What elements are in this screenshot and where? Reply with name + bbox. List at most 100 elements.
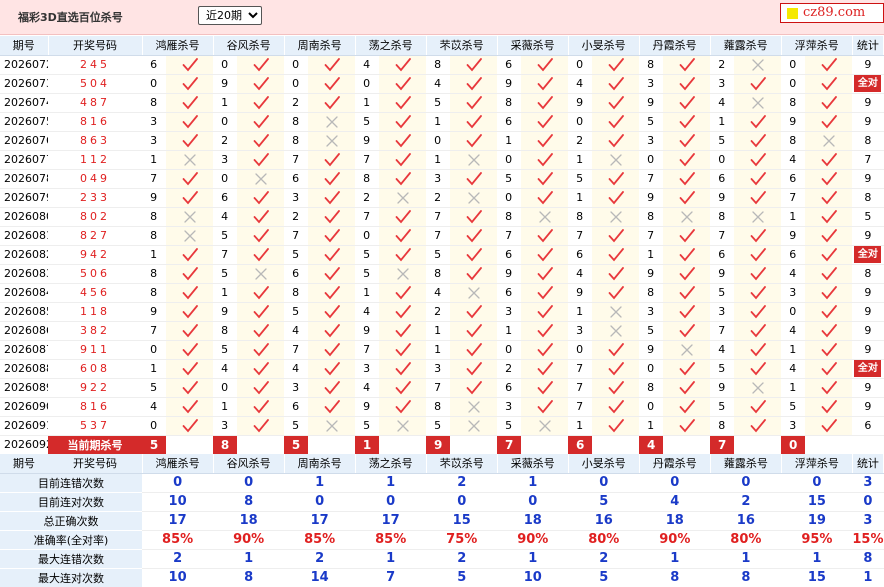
kill-number-cell: 9 — [781, 112, 806, 132]
check-icon — [395, 171, 411, 185]
kill-number-cell: 2 — [497, 359, 522, 379]
stats-value: 2 — [710, 492, 782, 512]
stats-value: 0 — [710, 473, 782, 493]
column-header: 小旻杀号 — [568, 36, 640, 56]
result-mark-cell — [450, 397, 498, 417]
table-row: 202607804970683557669 — [0, 169, 884, 189]
current-kill-number: 9 — [426, 435, 451, 455]
check-icon — [679, 171, 695, 185]
result-mark-cell — [308, 245, 356, 265]
column-header: 开奖号码 — [48, 36, 143, 56]
result-mark-cell — [521, 169, 569, 189]
stats-value: 1 — [781, 549, 853, 569]
site-logo[interactable]: cz89.com — [780, 3, 884, 23]
all-correct-badge: 全对 — [854, 360, 882, 377]
table-row: 20260829421755566166全对 — [0, 245, 884, 265]
kill-number-cell: 4 — [781, 264, 806, 284]
kill-number-cell: 1 — [497, 131, 522, 151]
kill-number-cell: 4 — [710, 93, 735, 113]
kill-number-cell: 0 — [355, 74, 380, 94]
stats-value: 0 — [568, 473, 640, 493]
result-mark-cell — [805, 378, 853, 398]
kill-number-cell: 0 — [497, 188, 522, 208]
stat-value: 9 — [864, 286, 872, 299]
draw-number-cell: 118 — [48, 302, 143, 322]
check-icon — [750, 247, 766, 261]
check-icon — [324, 190, 340, 204]
result-mark-cell — [237, 321, 285, 341]
kill-number-cell: 3 — [142, 112, 167, 132]
result-mark-cell — [308, 226, 356, 246]
stat-value: 7 — [864, 153, 872, 166]
check-icon — [821, 285, 837, 299]
result-mark-cell — [663, 416, 711, 436]
kill-number-cell: 6 — [497, 245, 522, 265]
kill-number-cell: 5 — [710, 283, 735, 303]
result-mark-cell — [237, 112, 285, 132]
check-icon — [324, 361, 340, 375]
kill-number-cell: 1 — [213, 283, 238, 303]
draw-number-cell: 608 — [48, 359, 143, 379]
result-mark-cell — [663, 131, 711, 151]
kill-number-cell: 2 — [426, 188, 451, 208]
result-mark-cell — [308, 150, 356, 170]
kill-number-cell: 8 — [426, 55, 451, 75]
result-mark-cell — [663, 264, 711, 284]
stat-cell: 8 — [852, 131, 884, 151]
result-mark-cell — [308, 93, 356, 113]
result-mark-cell — [450, 264, 498, 284]
kill-number-cell: 3 — [355, 359, 380, 379]
check-icon — [395, 228, 411, 242]
result-mark-cell — [663, 397, 711, 417]
result-mark-cell — [805, 93, 853, 113]
draw-number-cell: 537 — [48, 416, 143, 436]
result-mark-cell — [379, 359, 427, 379]
stat-cell: 8 — [852, 264, 884, 284]
check-icon — [750, 342, 766, 356]
check-icon — [466, 57, 482, 71]
check-icon — [466, 171, 482, 185]
kill-number-cell: 8 — [142, 226, 167, 246]
check-icon — [182, 190, 198, 204]
result-mark-cell — [521, 245, 569, 265]
kill-number-cell: 2 — [284, 207, 309, 227]
period-cell: 2026077 — [0, 150, 49, 170]
result-mark-cell — [308, 416, 356, 436]
stat-value: 6 — [864, 419, 872, 432]
check-icon — [324, 266, 340, 280]
cross-icon — [467, 153, 480, 166]
check-icon — [821, 247, 837, 261]
result-mark-cell — [805, 207, 853, 227]
result-mark-cell — [379, 245, 427, 265]
kill-number-cell: 8 — [497, 207, 522, 227]
kill-number-cell: 4 — [781, 150, 806, 170]
result-mark-cell — [592, 416, 640, 436]
kill-number-cell: 1 — [426, 321, 451, 341]
kill-number-cell: 9 — [568, 93, 593, 113]
result-mark-cell — [450, 226, 498, 246]
check-icon — [466, 266, 482, 280]
stat-cell: 5 — [852, 207, 884, 227]
check-icon — [821, 209, 837, 223]
result-mark-cell — [308, 188, 356, 208]
kill-number-cell: 8 — [497, 93, 522, 113]
kill-number-cell: 0 — [781, 302, 806, 322]
period-select[interactable]: 近20期 — [198, 6, 262, 25]
stats-value: 3 — [852, 511, 884, 531]
check-icon — [679, 247, 695, 261]
column-header: 浮萍杀号 — [781, 36, 853, 56]
result-mark-cell — [237, 169, 285, 189]
stat-value: 9 — [864, 115, 872, 128]
result-mark-cell — [734, 93, 782, 113]
check-icon — [324, 228, 340, 242]
result-mark-cell — [237, 55, 285, 75]
result-mark-cell — [379, 397, 427, 417]
result-mark-cell — [450, 207, 498, 227]
kill-number-cell: 9 — [710, 188, 735, 208]
kill-number-cell: 5 — [710, 131, 735, 151]
kill-number-cell: 0 — [142, 416, 167, 436]
kill-number-cell: 7 — [781, 188, 806, 208]
check-icon — [679, 76, 695, 90]
table-row: 202608350685658949948 — [0, 264, 884, 284]
kill-number-cell: 6 — [284, 169, 309, 189]
